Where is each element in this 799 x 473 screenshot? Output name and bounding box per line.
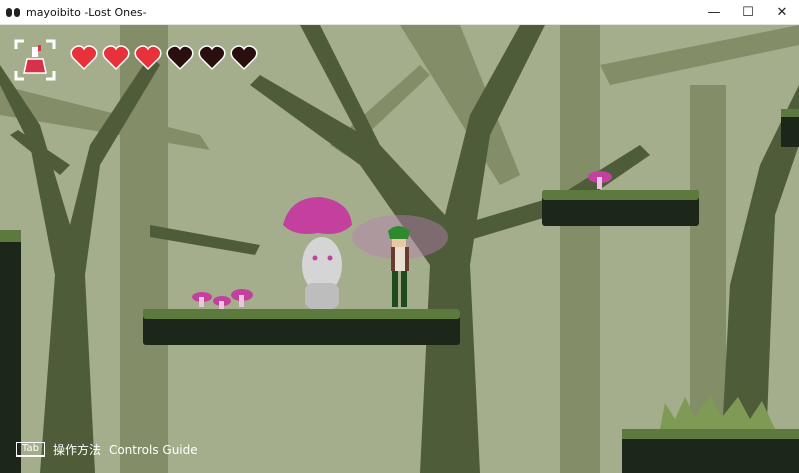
forest-scene <box>0 25 799 473</box>
health-hearts <box>70 45 258 71</box>
game-window: mayoibito -Lost Ones- — ☐ ✕ Tab 操作方法 Con… <box>0 0 799 473</box>
close-button[interactable]: ✕ <box>765 0 799 24</box>
player-character <box>388 226 410 307</box>
upper-platform <box>542 190 699 226</box>
small-mushrooms-left <box>192 289 253 309</box>
edge-block <box>781 109 799 147</box>
controls-guide[interactable]: Tab 操作方法 Controls Guide <box>16 441 198 458</box>
left-wall <box>0 230 21 473</box>
heart-full-icon <box>70 45 98 71</box>
window-title: mayoibito -Lost Ones- <box>26 5 147 19</box>
tab-key-icon: Tab <box>16 442 45 457</box>
title-bar[interactable]: mayoibito -Lost Ones- — ☐ ✕ <box>0 0 799 25</box>
minimize-button[interactable]: — <box>697 0 731 24</box>
mushroom-enemy <box>283 197 352 309</box>
maximize-button[interactable]: ☐ <box>731 0 765 24</box>
heart-empty-icon <box>166 45 194 71</box>
app-mask-icon <box>6 7 20 17</box>
controls-guide-en: Controls Guide <box>108 442 198 457</box>
heart-full-icon <box>102 45 130 71</box>
ground-right <box>622 395 799 473</box>
potion-slot-icon[interactable] <box>14 39 56 81</box>
heart-empty-icon <box>198 45 226 71</box>
game-viewport[interactable]: Tab 操作方法 Controls Guide <box>0 25 799 473</box>
window-controls: — ☐ ✕ <box>697 0 799 24</box>
heart-empty-icon <box>230 45 258 71</box>
heart-full-icon <box>134 45 162 71</box>
controls-guide-cn: 操作方法 <box>52 443 101 457</box>
main-platform <box>143 309 460 345</box>
